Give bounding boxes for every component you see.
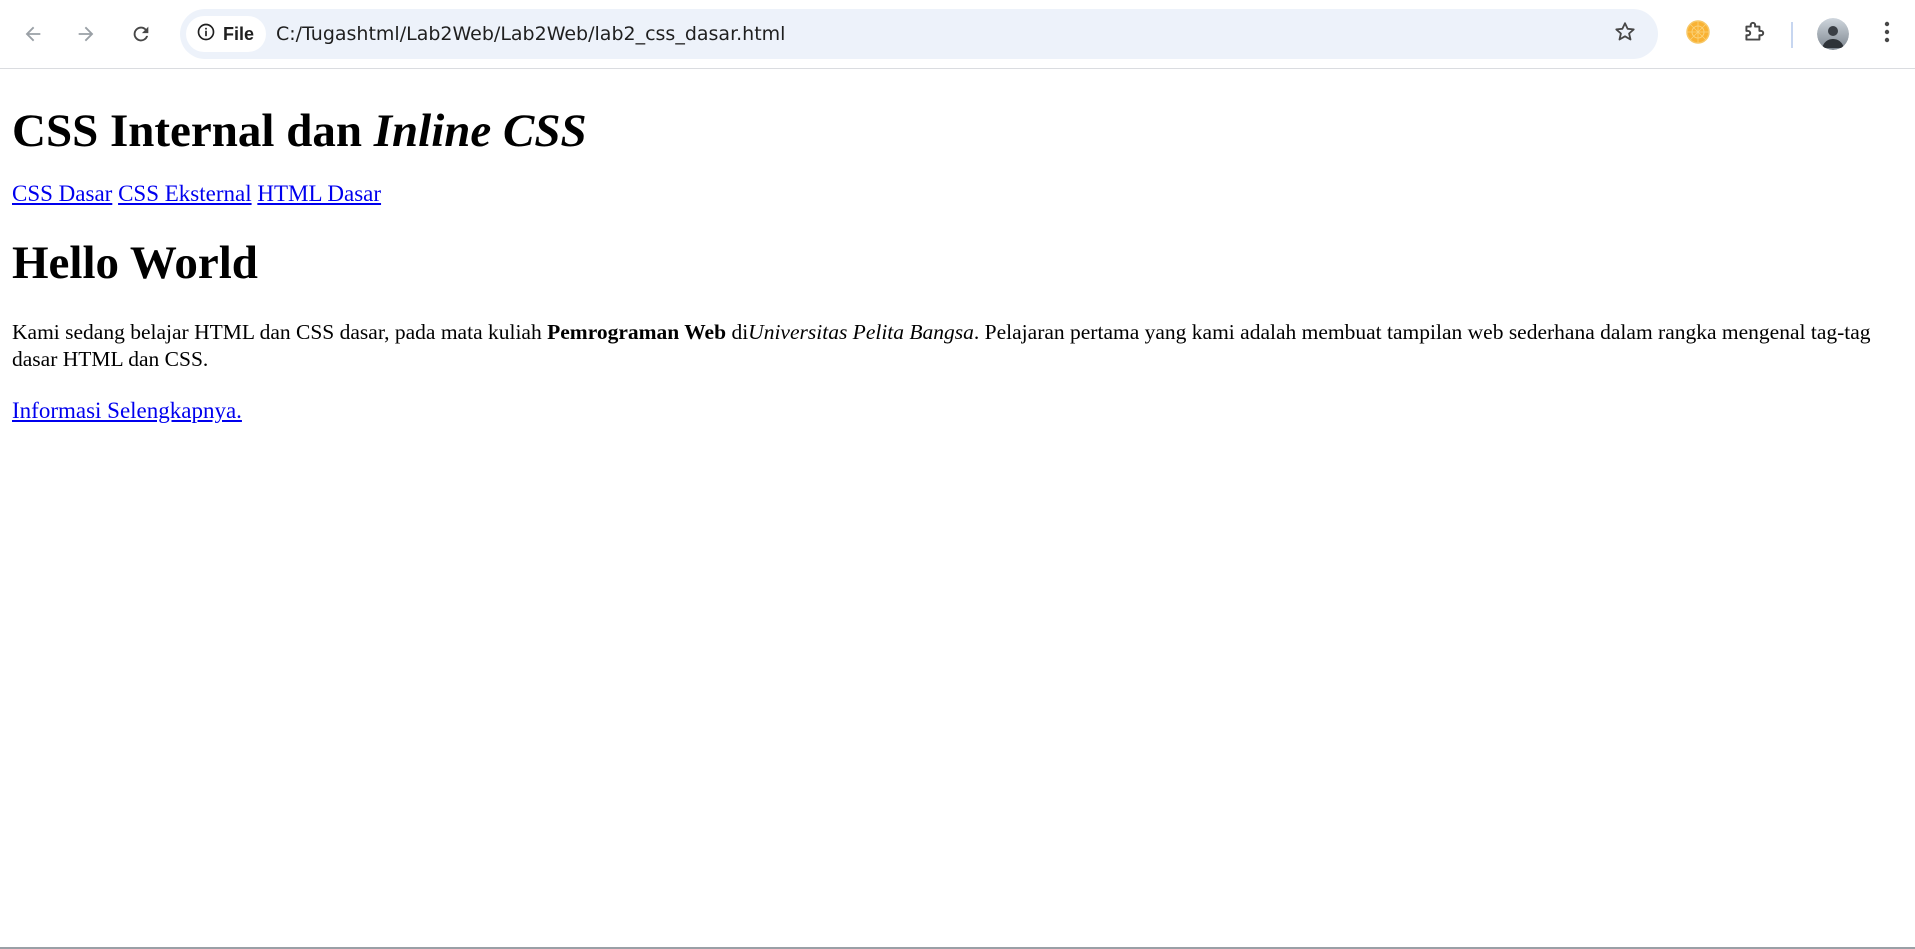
page-title-italic: Inline CSS xyxy=(373,105,587,157)
back-button[interactable] xyxy=(15,16,51,52)
bookmark-button[interactable] xyxy=(1608,17,1642,51)
url-text[interactable]: C:/Tugashtml/Lab2Web/Lab2Web/lab2_css_da… xyxy=(276,9,785,59)
page-nav: CSS Dasar CSS Eksternal HTML Dasar xyxy=(12,180,1903,207)
toolbar-divider xyxy=(1791,22,1793,48)
page-title: CSS Internal dan Inline CSS xyxy=(12,104,1903,158)
reload-button[interactable] xyxy=(123,16,159,52)
more-info-link[interactable]: Informasi Selengkapnya. xyxy=(12,398,242,423)
intro-text-2: di xyxy=(726,320,749,344)
browser-toolbar: File C:/Tugashtml/Lab2Web/Lab2Web/lab2_c… xyxy=(0,0,1915,69)
more-info-paragraph: Informasi Selengkapnya. xyxy=(12,397,1903,424)
address-bar[interactable]: File C:/Tugashtml/Lab2Web/Lab2Web/lab2_c… xyxy=(180,9,1658,59)
nav-link-css-eksternal[interactable]: CSS Eksternal xyxy=(118,181,252,206)
avatar[interactable] xyxy=(1817,18,1849,50)
hello-heading: Hello World xyxy=(12,237,258,289)
extension-button[interactable] xyxy=(1682,18,1714,50)
star-icon xyxy=(1613,20,1637,49)
intro-italic: Universitas Pelita Bangsa xyxy=(748,320,974,344)
intro-text-1: Kami sedang belajar HTML dan CSS dasar, … xyxy=(12,320,548,344)
intro-bold: Pemrograman Web xyxy=(547,320,727,344)
site-info-chip[interactable]: File xyxy=(186,16,267,52)
arrow-right-icon xyxy=(75,23,97,45)
puzzle-icon xyxy=(1741,19,1767,50)
page-content: CSS Internal dan Inline CSS CSS Dasar CS… xyxy=(0,69,1915,947)
browser-menu-button[interactable] xyxy=(1872,17,1902,51)
forward-button[interactable] xyxy=(68,16,104,52)
site-chip-label: File xyxy=(223,23,255,44)
nav-link-html-dasar[interactable]: HTML Dasar xyxy=(257,181,381,206)
nav-link-css-dasar[interactable]: CSS Dasar xyxy=(12,181,112,206)
arrow-left-icon xyxy=(22,23,44,45)
kebab-menu-icon xyxy=(1884,21,1890,48)
orange-circle-extension-icon xyxy=(1685,19,1711,50)
page-title-plain: CSS Internal dan xyxy=(12,105,374,157)
info-circle-icon xyxy=(196,22,216,47)
reload-icon xyxy=(130,23,152,45)
intro-paragraph: Kami sedang belajar HTML dan CSS dasar, … xyxy=(12,319,1902,373)
extensions-button[interactable] xyxy=(1737,17,1771,51)
